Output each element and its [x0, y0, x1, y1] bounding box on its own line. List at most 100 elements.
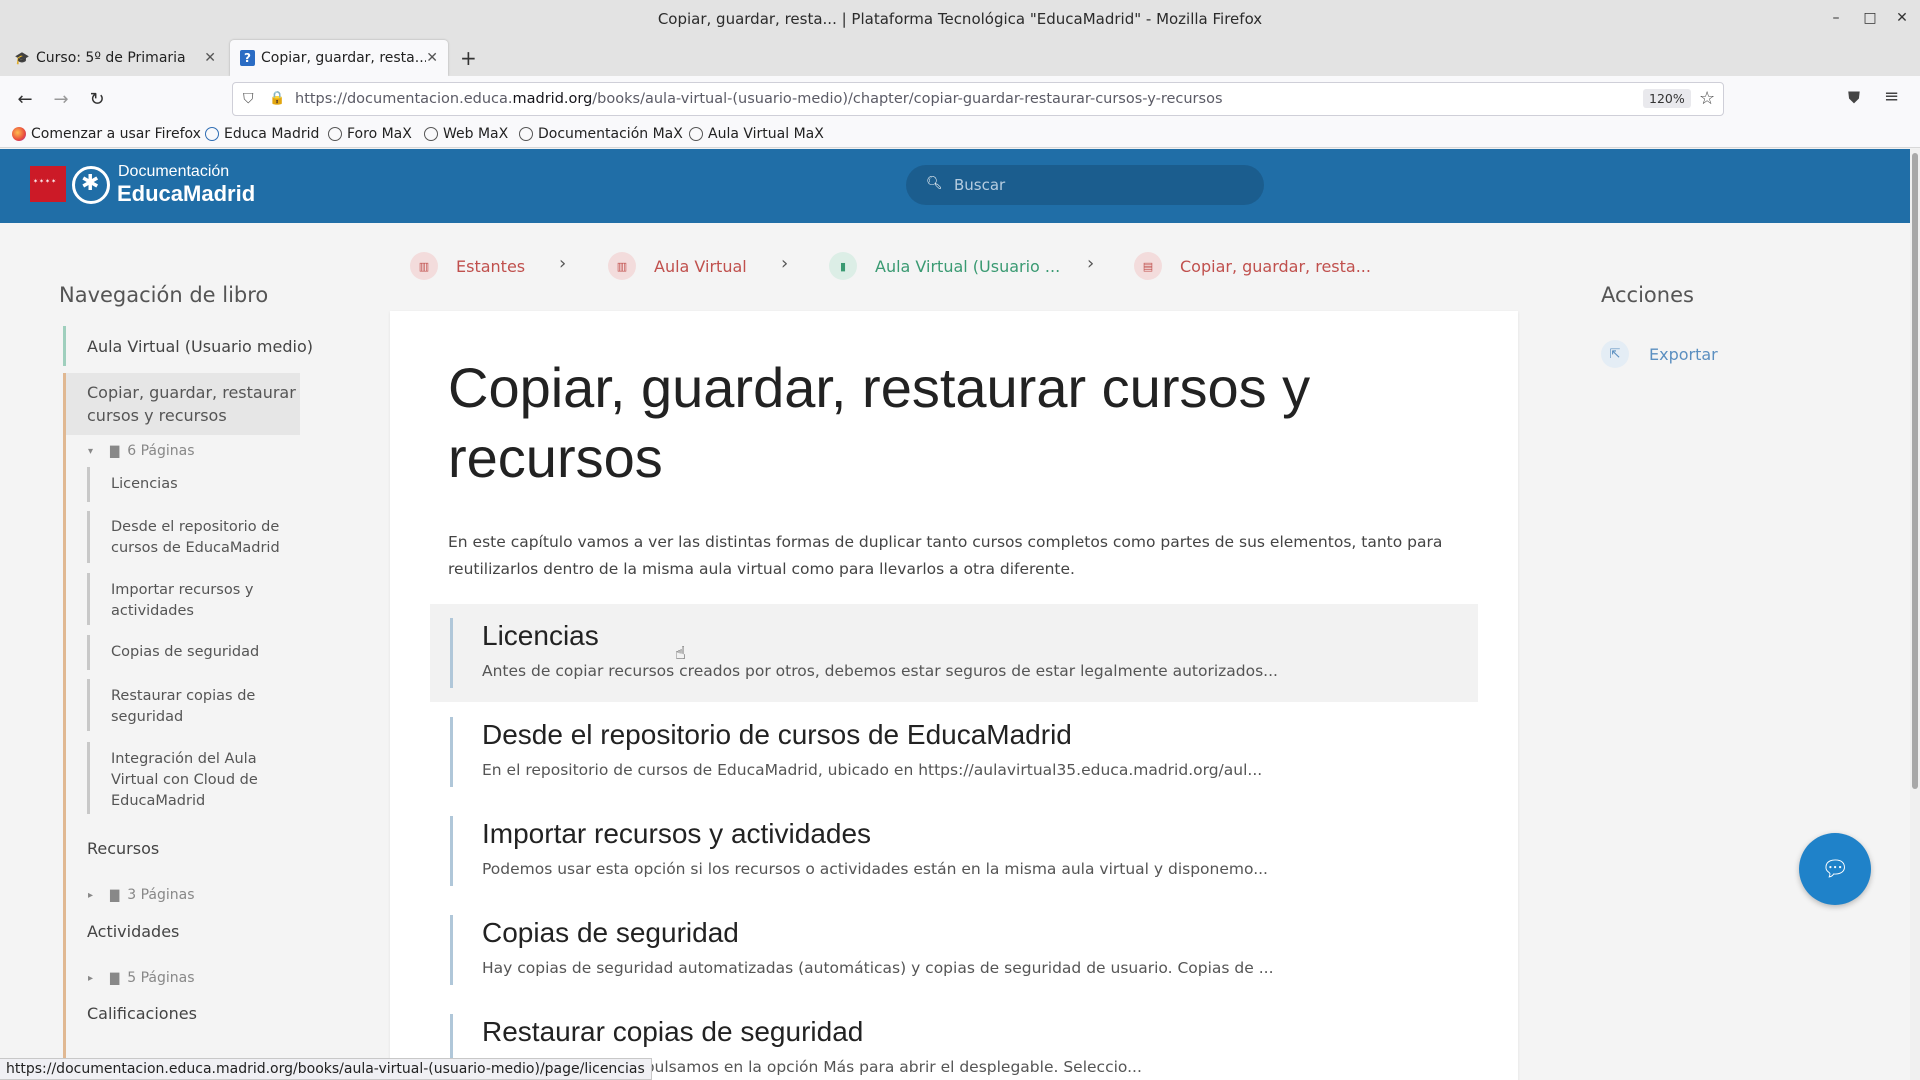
- chapter-entry-importar[interactable]: Importar recursos y actividades Podemos …: [430, 802, 1478, 900]
- sidebar-item-actividades[interactable]: Actividades: [87, 920, 179, 943]
- actions-title: Acciones: [1601, 283, 1694, 307]
- chapter-entry-copias[interactable]: Copias de seguridad Hay copias de seguri…: [430, 901, 1478, 999]
- entry-title[interactable]: Licencias: [482, 620, 599, 652]
- site-header: ✶✶✶✶ Documentación EducaMadrid 🔍︎ Buscar: [0, 149, 1910, 223]
- chapter-entry-repositorio[interactable]: Desde el repositorio de cursos de EducaM…: [430, 703, 1478, 801]
- forward-arrow-icon[interactable]: →: [49, 88, 73, 112]
- sidebar-item-recursos[interactable]: Recursos: [87, 837, 159, 860]
- chevron-right-icon: ›: [559, 253, 567, 274]
- search-input[interactable]: 🔍︎ Buscar: [906, 165, 1264, 205]
- subpage-bar: [87, 573, 90, 625]
- globe-icon: [328, 127, 342, 141]
- tab-bar: 🎓 Curso: 5º de Primaria ✕ ? Copiar, guar…: [0, 38, 1920, 76]
- entry-accent-bar: [450, 915, 453, 985]
- entry-excerpt: En el repositorio de cursos de EducaMadr…: [482, 761, 1263, 779]
- shield-icon[interactable]: ⛉: [243, 91, 254, 107]
- web-page: ✶✶✶✶ Documentación EducaMadrid 🔍︎ Buscar…: [0, 149, 1920, 1080]
- bookmark-educamadrid[interactable]: Educa Madrid: [205, 126, 319, 142]
- close-window-button[interactable]: ✕: [1890, 6, 1914, 30]
- logo-text-documentacion[interactable]: Documentación: [118, 163, 229, 181]
- bookmark-star-icon[interactable]: ☆: [1699, 88, 1715, 109]
- sidebar-item-active-chapter[interactable]: Copiar, guardar, restaurar cursos y recu…: [66, 373, 300, 435]
- pages-toggle[interactable]: ▸ ▇ 5 Páginas: [88, 970, 195, 986]
- window-titlebar: Copiar, guardar, resta... | Plataforma T…: [0, 0, 1920, 38]
- breadcrumb-aula-virtual[interactable]: ▥ Aula Virtual: [608, 252, 747, 280]
- lock-icon[interactable]: 🔒: [269, 91, 285, 106]
- sidebar-subitem-licencias[interactable]: Licencias: [111, 474, 281, 495]
- tab-label: Curso: 5º de Primaria: [36, 50, 186, 66]
- bookmark-aula-virtual-max[interactable]: Aula Virtual MaX: [689, 126, 824, 142]
- sidebar-subitem-restaurar[interactable]: Restaurar copias de seguridad: [111, 686, 281, 728]
- chat-bubble-icon: 💬︎: [1821, 856, 1849, 882]
- content-card: Copiar, guardar, restaurar cursos y recu…: [390, 311, 1518, 1080]
- entry-title[interactable]: Restaurar copias de seguridad: [482, 1016, 863, 1048]
- chevron-right-icon: ›: [1087, 253, 1095, 274]
- chapter-intro: En este capítulo vamos a ver las distint…: [448, 533, 1443, 578]
- caret-right-icon: ▸: [88, 972, 94, 984]
- sidebar-subitem-importar[interactable]: Importar recursos y actividades: [111, 580, 281, 622]
- new-tab-button[interactable]: +: [460, 46, 477, 70]
- chapter-entry-licencias[interactable]: Licencias Antes de copiar recursos cread…: [430, 604, 1478, 702]
- madrid-flag-logo[interactable]: ✶✶✶✶: [30, 166, 66, 202]
- page-scrollbar[interactable]: [1910, 149, 1920, 1080]
- page-title: Copiar, guardar, restaurar cursos y recu…: [448, 356, 1311, 489]
- search-icon: 🔍︎: [926, 176, 943, 191]
- educamadrid-icon: [205, 127, 219, 141]
- export-icon: ⇱: [1601, 340, 1629, 368]
- breadcrumb-book[interactable]: ▮ Aula Virtual (Usuario ...: [829, 252, 1060, 280]
- entry-excerpt: Antes de copiar recursos creados por otr…: [482, 662, 1278, 680]
- breadcrumb-chapter[interactable]: ▤ Copiar, guardar, resta...: [1134, 252, 1371, 280]
- entry-accent-bar: [450, 618, 453, 688]
- address-bar[interactable]: ⛉ 🔒 https://documentacion.educa.madrid.o…: [232, 82, 1724, 116]
- entry-title[interactable]: Desde el repositorio de cursos de EducaM…: [482, 719, 1072, 751]
- globe-icon: [689, 127, 703, 141]
- sidebar-item-book[interactable]: Aula Virtual (Usuario medio): [87, 335, 313, 358]
- pages-toggle[interactable]: ▸ ▇ 3 Páginas: [88, 887, 195, 903]
- subpage-bar: [87, 679, 90, 731]
- export-button[interactable]: ⇱ Exportar: [1601, 340, 1718, 368]
- caret-right-icon: ▸: [88, 889, 94, 901]
- tab-copiar[interactable]: ? Copiar, guardar, resta... | ✕: [230, 40, 448, 76]
- maximize-button[interactable]: □: [1858, 6, 1882, 30]
- bookmark-foro-max[interactable]: Foro MaX: [328, 126, 412, 142]
- search-placeholder: Buscar: [954, 176, 1006, 194]
- graduation-cap-icon: 🎓: [14, 51, 30, 65]
- firefox-icon: [12, 127, 26, 141]
- educamadrid-emblem-icon[interactable]: [72, 166, 110, 204]
- chapter-accent-bar: [63, 373, 66, 1080]
- bookmark-comenzar[interactable]: Comenzar a usar Firefox: [12, 126, 201, 142]
- document-icon: ▇: [110, 888, 120, 902]
- url-text[interactable]: https://documentacion.educa.madrid.org/b…: [295, 91, 1223, 107]
- window-title: Copiar, guardar, resta... | Plataforma T…: [657, 10, 1263, 28]
- chevron-right-icon: ›: [781, 253, 789, 274]
- logo-text-educamadrid[interactable]: EducaMadrid: [117, 181, 255, 207]
- reload-icon[interactable]: ↻: [85, 88, 109, 112]
- entry-excerpt: Podemos usar esta opción si los recursos…: [482, 860, 1268, 878]
- hamburger-menu-icon[interactable]: ≡: [1884, 86, 1899, 107]
- bookmark-documentacion-max[interactable]: Documentación MaX: [519, 126, 683, 142]
- zoom-level-badge[interactable]: 120%: [1643, 89, 1691, 108]
- entry-title[interactable]: Importar recursos y actividades: [482, 818, 871, 850]
- sidebar-subitem-repositorio[interactable]: Desde el repositorio de cursos de EducaM…: [111, 517, 281, 559]
- chat-button[interactable]: 💬︎: [1799, 833, 1871, 905]
- breadcrumb-estantes[interactable]: ▥ Estantes: [410, 252, 525, 280]
- bookmarks-toolbar: Comenzar a usar Firefox Educa Madrid For…: [0, 122, 1920, 148]
- sidebar-subitem-integracion[interactable]: Integración del Aula Virtual con Cloud d…: [111, 749, 281, 812]
- pocket-icon[interactable]: ⛊: [1848, 88, 1860, 108]
- close-tab-icon[interactable]: ✕: [204, 50, 216, 66]
- back-arrow-icon[interactable]: ←: [13, 88, 37, 112]
- minimize-button[interactable]: –: [1824, 6, 1848, 30]
- pages-toggle[interactable]: ▾ ▇ 6 Páginas: [88, 443, 195, 459]
- caret-down-icon: ▾: [88, 445, 94, 457]
- entry-title[interactable]: Copias de seguridad: [482, 917, 739, 949]
- close-tab-icon[interactable]: ✕: [426, 50, 438, 66]
- tab-curso[interactable]: 🎓 Curso: 5º de Primaria ✕: [4, 40, 226, 76]
- sidebar-subitem-copias[interactable]: Copias de seguridad: [111, 642, 281, 663]
- shelves-icon: ▥: [410, 252, 438, 280]
- scrollbar-thumb[interactable]: [1912, 153, 1918, 789]
- sidebar-item-calificaciones[interactable]: Calificaciones: [87, 1002, 197, 1025]
- entry-accent-bar: [450, 816, 453, 886]
- tab-label: Copiar, guardar, resta... |: [261, 50, 427, 66]
- bookmark-web-max[interactable]: Web MaX: [424, 126, 508, 142]
- shelf-icon: ▥: [608, 252, 636, 280]
